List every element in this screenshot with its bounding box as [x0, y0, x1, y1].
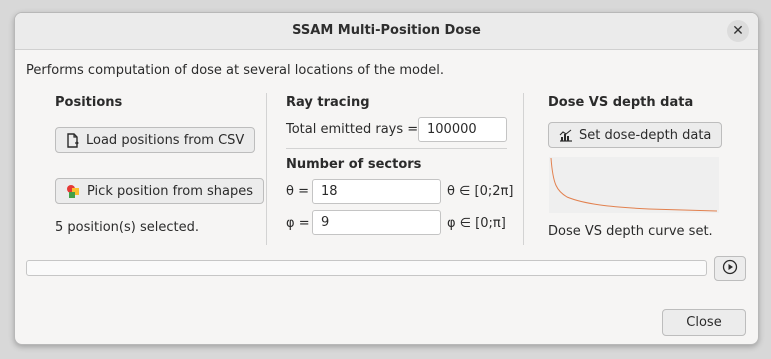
- description-text: Performs computation of dose at several …: [26, 63, 444, 78]
- load-positions-csv-button[interactable]: Load positions from CSV: [55, 127, 256, 153]
- number-of-sectors-heading: Number of sectors: [286, 157, 422, 172]
- column-divider: [266, 93, 267, 245]
- document-icon: [66, 132, 80, 148]
- theta-label: θ =: [286, 184, 309, 199]
- dose-depth-curve-line: [550, 157, 718, 212]
- total-emitted-rays-label: Total emitted rays =: [286, 122, 419, 137]
- ray-tracing-heading: Ray tracing: [286, 95, 370, 110]
- set-dose-depth-label: Set dose-depth data: [579, 127, 712, 143]
- positions-status: 5 position(s) selected.: [55, 220, 199, 235]
- section-divider: [286, 148, 507, 149]
- theta-input[interactable]: 18: [312, 179, 441, 204]
- dose-depth-status: Dose VS depth curve set.: [548, 224, 713, 239]
- play-icon: [722, 259, 738, 279]
- column-divider: [523, 93, 524, 245]
- progress-bar: [26, 260, 707, 276]
- set-dose-depth-button[interactable]: Set dose-depth data: [548, 122, 723, 148]
- phi-range-label: φ ∈ [0;π]: [447, 216, 506, 231]
- phi-label: φ =: [286, 216, 310, 231]
- dialog-window: SSAM Multi-Position Dose ✕ Performs comp…: [14, 12, 759, 345]
- theta-range-label: θ ∈ [0;2π]: [447, 184, 514, 199]
- close-button[interactable]: Close: [662, 309, 746, 336]
- title-bar: SSAM Multi-Position Dose ✕: [15, 13, 758, 50]
- dose-depth-curve-preview: [549, 157, 719, 213]
- dose-depth-heading: Dose VS depth data: [548, 95, 694, 110]
- pick-position-label: Pick position from shapes: [87, 183, 253, 199]
- load-positions-label: Load positions from CSV: [86, 132, 245, 148]
- total-emitted-rays-input[interactable]: 100000: [418, 117, 507, 142]
- run-button[interactable]: [714, 256, 746, 281]
- chart-icon: [559, 129, 573, 142]
- shapes-icon: [66, 184, 81, 199]
- phi-input[interactable]: 9: [312, 210, 441, 235]
- positions-heading: Positions: [55, 95, 123, 110]
- window-close-button[interactable]: ✕: [727, 20, 749, 42]
- window-title: SSAM Multi-Position Dose: [292, 23, 481, 38]
- pick-position-shapes-button[interactable]: Pick position from shapes: [55, 178, 264, 204]
